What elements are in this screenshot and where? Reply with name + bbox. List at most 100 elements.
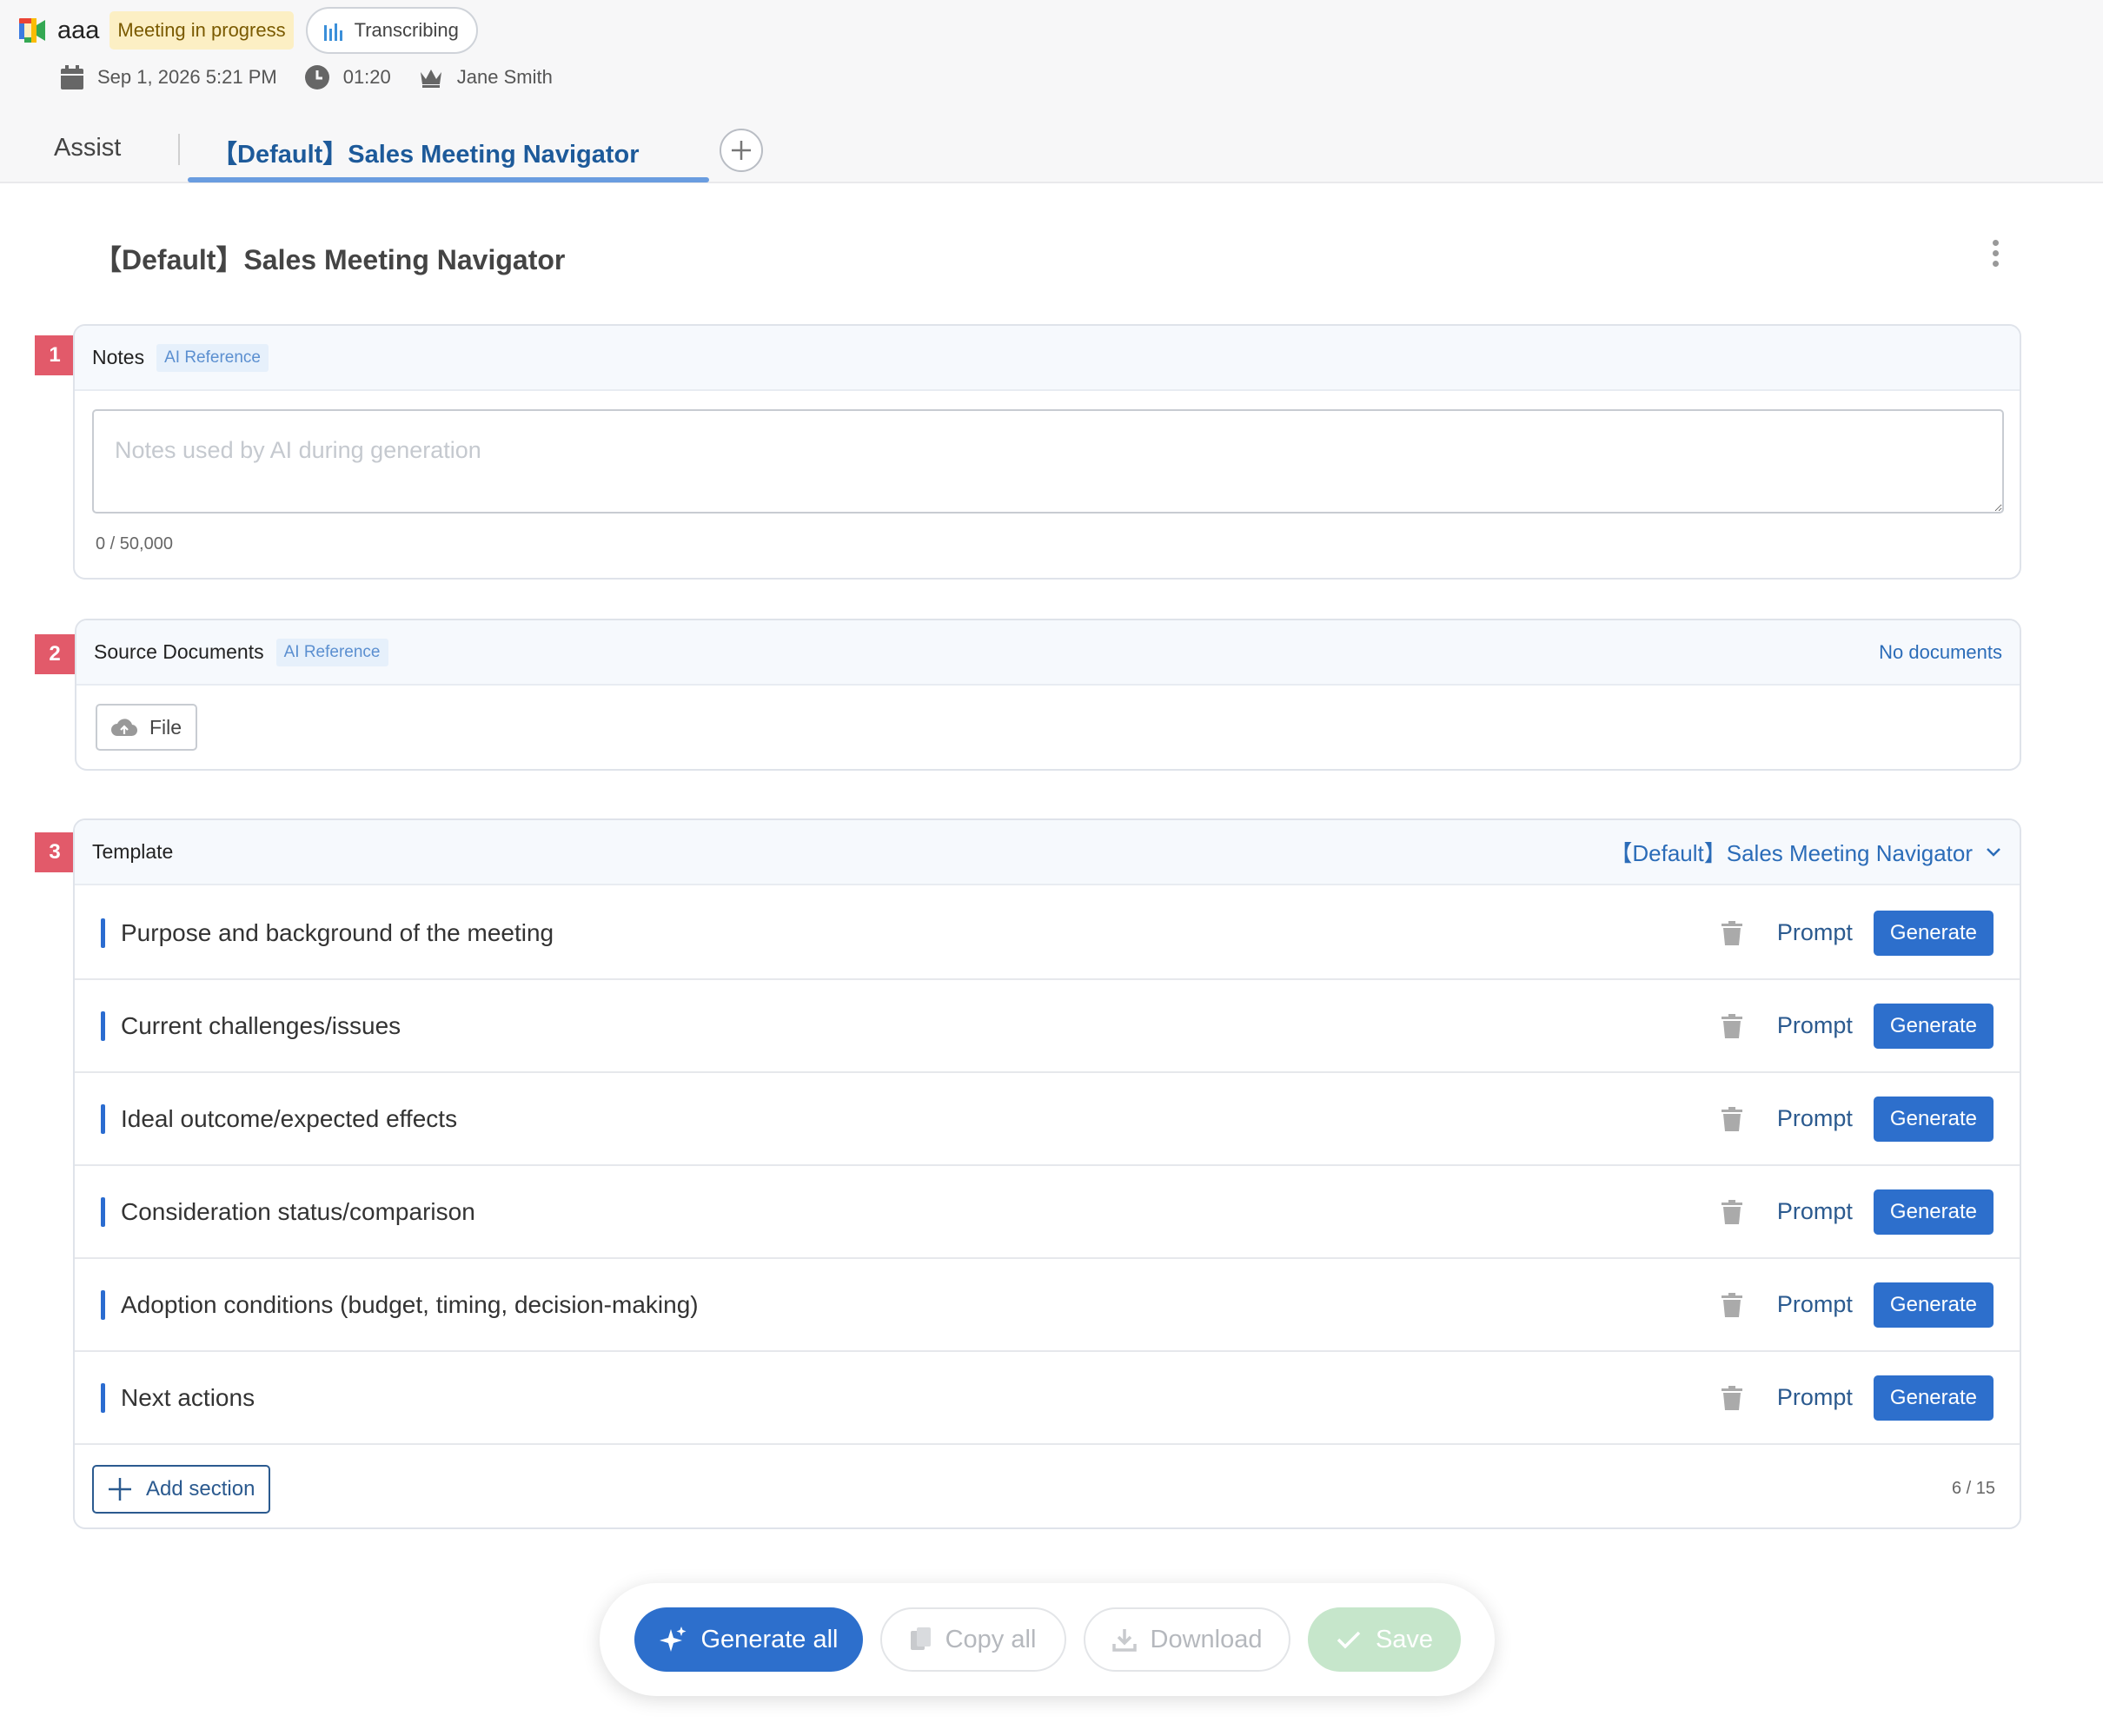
action-bar: Generate all Copy all Download Save bbox=[600, 1583, 1495, 1696]
meeting-meta: Sep 1, 2026 5:21 PM 01:20 Jane Smith bbox=[61, 63, 580, 92]
download-label: Download bbox=[1150, 1625, 1263, 1653]
section-accent-bar bbox=[101, 1289, 105, 1320]
source-documents-header: Source Documents AI Reference No documen… bbox=[76, 620, 2020, 686]
generate-button[interactable]: Generate bbox=[1873, 1375, 1994, 1421]
generate-button[interactable]: Generate bbox=[1873, 1282, 1994, 1328]
section-number-3: 3 bbox=[35, 832, 75, 872]
generate-button[interactable]: Generate bbox=[1873, 1003, 1994, 1049]
section-accent-bar bbox=[101, 1010, 105, 1041]
google-meet-icon bbox=[19, 18, 45, 43]
ai-reference-badge: AI Reference bbox=[156, 343, 269, 372]
trash-icon[interactable] bbox=[1721, 1013, 1742, 1038]
meeting-title-row: aaa Meeting in progress Transcribing bbox=[19, 7, 478, 54]
notes-card-header: Notes AI Reference bbox=[75, 326, 2020, 391]
section-title[interactable]: Purpose and background of the meeting bbox=[121, 919, 554, 947]
meeting-host-text: Jane Smith bbox=[456, 66, 553, 88]
prompt-link[interactable]: Prompt bbox=[1777, 1291, 1853, 1318]
clock-icon bbox=[304, 65, 329, 89]
generate-all-button[interactable]: Generate all bbox=[634, 1607, 863, 1672]
transcribing-label: Transcribing bbox=[354, 19, 459, 41]
template-label: Template bbox=[92, 840, 174, 863]
save-label: Save bbox=[1375, 1625, 1434, 1653]
tab-assist[interactable]: Assist bbox=[54, 134, 121, 162]
crown-icon bbox=[420, 70, 441, 88]
trash-icon[interactable] bbox=[1721, 1106, 1742, 1131]
copy-all-label: Copy all bbox=[945, 1625, 1037, 1653]
tab-bar: Assist 【Default】Sales Meeting Navigator bbox=[0, 120, 2103, 183]
template-header: Template 【Default】Sales Meeting Navigato… bbox=[75, 820, 2020, 885]
add-section-label: Add section bbox=[146, 1477, 255, 1501]
trash-icon[interactable] bbox=[1721, 920, 1742, 945]
ai-reference-badge: AI Reference bbox=[275, 638, 388, 666]
section-title[interactable]: Next actions bbox=[121, 1384, 255, 1412]
template-select-value: 【Default】Sales Meeting Navigator bbox=[1609, 840, 1973, 866]
prompt-link[interactable]: Prompt bbox=[1777, 1198, 1853, 1225]
template-section-row: Adoption conditions (budget, timing, dec… bbox=[75, 1259, 2020, 1352]
template-select[interactable]: 【Default】Sales Meeting Navigator bbox=[1609, 836, 2002, 868]
section-accent-bar bbox=[101, 1382, 105, 1413]
generate-button[interactable]: Generate bbox=[1873, 910, 1994, 956]
generate-button[interactable]: Generate bbox=[1873, 1189, 1994, 1235]
copy-all-button[interactable]: Copy all bbox=[880, 1607, 1066, 1672]
chevron-down-icon bbox=[1987, 847, 2000, 857]
active-tab-indicator bbox=[188, 177, 709, 182]
prompt-link[interactable]: Prompt bbox=[1777, 1105, 1853, 1132]
tab-divider bbox=[178, 134, 180, 165]
file-upload-button[interactable]: File bbox=[96, 704, 198, 751]
cloud-upload-icon bbox=[111, 719, 137, 737]
source-documents-label: Source Documents bbox=[94, 640, 264, 663]
meeting-header: aaa Meeting in progress Transcribing Sep… bbox=[0, 0, 2103, 183]
prompt-link[interactable]: Prompt bbox=[1777, 1384, 1853, 1411]
template-card: Template 【Default】Sales Meeting Navigato… bbox=[73, 818, 2021, 1529]
generate-button[interactable]: Generate bbox=[1873, 1096, 1994, 1142]
check-icon bbox=[1337, 1631, 1361, 1649]
section-accent-bar bbox=[101, 1196, 105, 1227]
sparkle-icon bbox=[659, 1627, 686, 1652]
template-section-row: Purpose and background of the meeting Pr… bbox=[75, 887, 2020, 980]
section-number-2: 2 bbox=[35, 634, 75, 674]
template-section-row: Consideration status/comparison Prompt G… bbox=[75, 1166, 2020, 1259]
section-accent-bar bbox=[101, 918, 105, 948]
file-button-label: File bbox=[149, 715, 182, 739]
section-number-1: 1 bbox=[35, 335, 75, 375]
template-section-row: Next actions Prompt Generate bbox=[75, 1352, 2020, 1445]
plus-icon bbox=[732, 141, 751, 160]
download-icon bbox=[1111, 1629, 1137, 1652]
generate-all-label: Generate all bbox=[700, 1625, 839, 1653]
audio-bars-icon bbox=[323, 23, 342, 41]
tab-sales-meeting-navigator[interactable]: 【Default】Sales Meeting Navigator bbox=[212, 134, 640, 170]
meeting-title: aaa bbox=[57, 16, 100, 44]
section-title[interactable]: Consideration status/comparison bbox=[121, 1198, 475, 1226]
notes-textarea[interactable] bbox=[92, 409, 2004, 514]
trash-icon[interactable] bbox=[1721, 1292, 1742, 1317]
meeting-date: Sep 1, 2026 5:21 PM bbox=[61, 65, 277, 89]
page-title: 【Default】Sales Meeting Navigator bbox=[94, 244, 566, 275]
prompt-link[interactable]: Prompt bbox=[1777, 919, 1853, 946]
meeting-date-text: Sep 1, 2026 5:21 PM bbox=[97, 66, 277, 88]
add-section-button[interactable]: Add section bbox=[92, 1465, 271, 1514]
meeting-host: Jane Smith bbox=[419, 66, 553, 89]
notes-char-counter: 0 / 50,000 bbox=[96, 534, 173, 553]
section-accent-bar bbox=[101, 1103, 105, 1134]
source-documents-card: Source Documents AI Reference No documen… bbox=[75, 619, 2021, 771]
trash-icon[interactable] bbox=[1721, 1199, 1742, 1224]
copy-icon bbox=[910, 1627, 931, 1650]
transcribing-button[interactable]: Transcribing bbox=[305, 7, 478, 54]
notes-label: Notes bbox=[92, 346, 145, 368]
download-button[interactable]: Download bbox=[1084, 1607, 1290, 1672]
meeting-duration-text: 01:20 bbox=[342, 66, 391, 88]
template-section-row: Ideal outcome/expected effects Prompt Ge… bbox=[75, 1073, 2020, 1166]
section-title[interactable]: Ideal outcome/expected effects bbox=[121, 1105, 457, 1133]
section-title[interactable]: Current challenges/issues bbox=[121, 1012, 401, 1040]
notes-card: Notes AI Reference 0 / 50,000 bbox=[73, 324, 2021, 580]
calendar-icon bbox=[61, 65, 83, 89]
section-title[interactable]: Adoption conditions (budget, timing, dec… bbox=[121, 1291, 699, 1319]
template-section-row: Current challenges/issues Prompt Generat… bbox=[75, 980, 2020, 1073]
add-tab-button[interactable] bbox=[720, 129, 763, 172]
prompt-link[interactable]: Prompt bbox=[1777, 1012, 1853, 1039]
trash-icon[interactable] bbox=[1721, 1385, 1742, 1410]
save-button[interactable]: Save bbox=[1308, 1607, 1461, 1672]
section-count: 6 / 15 bbox=[1952, 1479, 1996, 1498]
plus-icon bbox=[109, 1478, 131, 1501]
more-options-icon[interactable] bbox=[1987, 240, 2004, 271]
